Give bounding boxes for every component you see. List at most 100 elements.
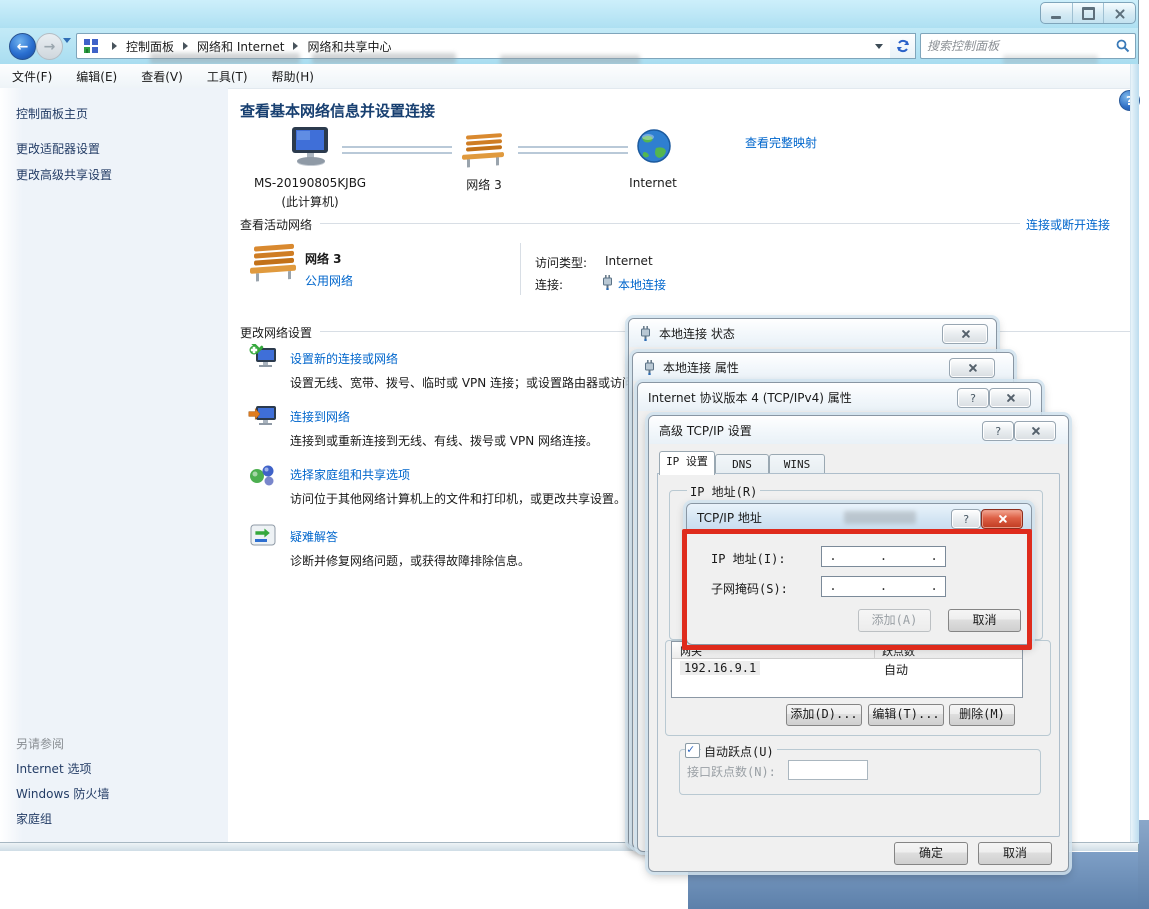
ipv4-close-button[interactable] xyxy=(989,388,1031,408)
chevron-down-icon xyxy=(875,44,883,49)
edit-gateway-button[interactable]: 编辑(T)... xyxy=(868,704,944,726)
connect-disconnect-link[interactable]: 连接或断开连接 xyxy=(1026,216,1110,233)
interface-metric-input[interactable] xyxy=(788,760,868,780)
status-dialog-titlebar[interactable]: 本地连接 状态 xyxy=(629,319,996,347)
homegroup-sharing-link[interactable]: 选择家庭组和共享选项 xyxy=(290,466,410,483)
map-computer-sub: (此计算机) xyxy=(240,193,380,210)
troubleshoot-link[interactable]: 疑难解答 xyxy=(290,528,338,545)
gateway-column-header[interactable]: 网关 xyxy=(680,643,702,659)
connections-label: 连接: xyxy=(535,276,563,293)
back-button[interactable]: ← xyxy=(9,33,36,60)
connect-to-network-link[interactable]: 连接到网络 xyxy=(290,408,350,425)
refresh-icon xyxy=(896,39,910,53)
setup-new-connection-desc: 设置无线、宽带、拨号、临时或 VPN 连接；或设置路由器或访问点。 xyxy=(290,374,658,391)
tcpip-help-button[interactable]: ? xyxy=(951,509,981,529)
advanced-close-button[interactable] xyxy=(1014,421,1056,441)
tcpip-cancel-button[interactable]: 取消 xyxy=(948,609,1021,632)
advanced-help-button[interactable]: ? xyxy=(982,421,1014,441)
delete-gateway-button[interactable]: 删除(M) xyxy=(949,704,1015,726)
maximize-button[interactable] xyxy=(1073,3,1105,23)
menu-view[interactable]: 查看(V) xyxy=(129,68,195,85)
add-gateway-button[interactable]: 添加(D)... xyxy=(786,704,862,726)
breadcrumb-separator xyxy=(293,42,298,50)
menu-file[interactable]: 文件(F) xyxy=(0,68,64,85)
properties-close-button[interactable] xyxy=(949,358,995,378)
auto-metric-label[interactable]: 自动跃点(U) xyxy=(701,743,777,760)
troubleshoot-icon xyxy=(250,524,276,548)
gateway-list-row[interactable]: 192.16.9.1 自动 xyxy=(672,659,1022,677)
auto-metric-checkbox[interactable] xyxy=(685,743,700,758)
window-controls xyxy=(1040,2,1136,24)
subnet-mask-input[interactable] xyxy=(821,576,946,597)
map-computer-name: MS-20190805KJBG xyxy=(240,176,380,190)
menu-edit[interactable]: 编辑(E) xyxy=(64,68,129,85)
see-also-heading: 另请参阅 xyxy=(16,735,64,752)
internet-globe-icon[interactable] xyxy=(636,128,672,164)
active-network-name: 网络 3 xyxy=(305,250,342,267)
sidebar-item-internet-options[interactable]: Internet 选项 xyxy=(16,760,91,777)
breadcrumb-network-internet[interactable]: 网络和 Internet xyxy=(197,38,284,55)
tab-dns[interactable]: DNS xyxy=(715,454,769,475)
access-type-value: Internet xyxy=(605,254,653,268)
search-input[interactable] xyxy=(925,36,1109,56)
breadcrumb-control-panel[interactable]: 控制面板 xyxy=(126,38,174,55)
sidebar-item-change-advanced-sharing[interactable]: 更改高级共享设置 xyxy=(16,166,112,183)
gateway-cell[interactable]: 192.16.9.1 xyxy=(680,661,760,675)
sidebar-item-homegroup[interactable]: 家庭组 xyxy=(16,810,52,827)
tcpip-add-button[interactable]: 添加(A) xyxy=(858,609,931,632)
help-icon: ? xyxy=(970,392,976,405)
window-titlebar[interactable] xyxy=(0,0,1138,28)
close-icon xyxy=(967,363,978,374)
ip-address-group-label: IP 地址(R) xyxy=(687,483,760,500)
local-connection-link[interactable]: 本地连接 xyxy=(618,276,666,293)
forward-button[interactable]: → xyxy=(36,33,63,60)
address-dropdown-button[interactable] xyxy=(868,33,891,59)
close-button[interactable] xyxy=(1104,3,1135,23)
menu-help[interactable]: 帮助(H) xyxy=(260,68,326,85)
homegroup-sharing-desc: 访问位于其他网络计算机上的文件和打印机，或更改共享设置。 xyxy=(290,490,626,507)
gateway-list[interactable]: 网关 跃点数 192.16.9.1 自动 xyxy=(671,641,1023,698)
search-icon[interactable] xyxy=(1116,39,1130,53)
breadcrumb-separator xyxy=(183,42,188,50)
sidebar-item-control-panel-home[interactable]: 控制面板主页 xyxy=(16,105,88,122)
window-right-border xyxy=(1130,64,1139,844)
forward-arrow-icon: → xyxy=(44,40,56,54)
access-type-label: 访问类型: xyxy=(535,254,587,271)
ethernet-plug-icon xyxy=(643,360,656,375)
breadcrumb-network-sharing[interactable]: 网络和共享中心 xyxy=(307,38,391,55)
computer-icon[interactable] xyxy=(288,126,334,168)
view-full-map-link[interactable]: 查看完整映射 xyxy=(745,134,817,151)
advanced-ok-button[interactable]: 确定 xyxy=(894,842,968,865)
sidebar: 控制面板主页 更改适配器设置 更改高级共享设置 另请参阅 Internet 选项… xyxy=(0,88,228,844)
censored-blur xyxy=(312,53,456,64)
setup-new-connection-link[interactable]: 设置新的连接或网络 xyxy=(290,350,398,367)
tab-ip-settings[interactable]: IP 设置 xyxy=(659,451,715,475)
metric-column-header[interactable]: 跃点数 xyxy=(882,643,915,659)
menu-tools[interactable]: 工具(T) xyxy=(195,68,260,85)
network-type-link[interactable]: 公用网络 xyxy=(305,272,353,289)
close-icon xyxy=(1030,426,1041,437)
censored-blur xyxy=(844,511,916,524)
tcpip-close-button[interactable] xyxy=(981,509,1023,529)
network-bench-icon[interactable] xyxy=(460,130,508,168)
status-close-button[interactable] xyxy=(942,324,988,344)
network-location-icon xyxy=(83,38,99,54)
change-settings-heading: 更改网络设置 xyxy=(240,324,312,341)
connect-to-network-icon xyxy=(248,402,278,428)
refresh-button[interactable] xyxy=(890,33,916,59)
close-icon xyxy=(1114,8,1125,19)
map-link-line xyxy=(342,146,452,154)
close-icon xyxy=(997,514,1008,525)
tab-wins[interactable]: WINS xyxy=(769,454,825,475)
sidebar-item-change-adapter-settings[interactable]: 更改适配器设置 xyxy=(16,140,100,157)
minimize-button[interactable] xyxy=(1041,3,1073,23)
help-icon: ? xyxy=(963,513,970,526)
ipv4-help-button[interactable]: ? xyxy=(957,388,989,408)
panel-divider xyxy=(520,243,521,295)
recent-pages-dropdown[interactable] xyxy=(63,43,71,57)
ip-address-input[interactable] xyxy=(821,546,946,567)
chevron-down-icon xyxy=(63,38,71,57)
map-internet-label: Internet xyxy=(613,176,693,190)
sidebar-item-windows-firewall[interactable]: Windows 防火墙 xyxy=(16,785,109,802)
advanced-cancel-button[interactable]: 取消 xyxy=(978,842,1052,865)
